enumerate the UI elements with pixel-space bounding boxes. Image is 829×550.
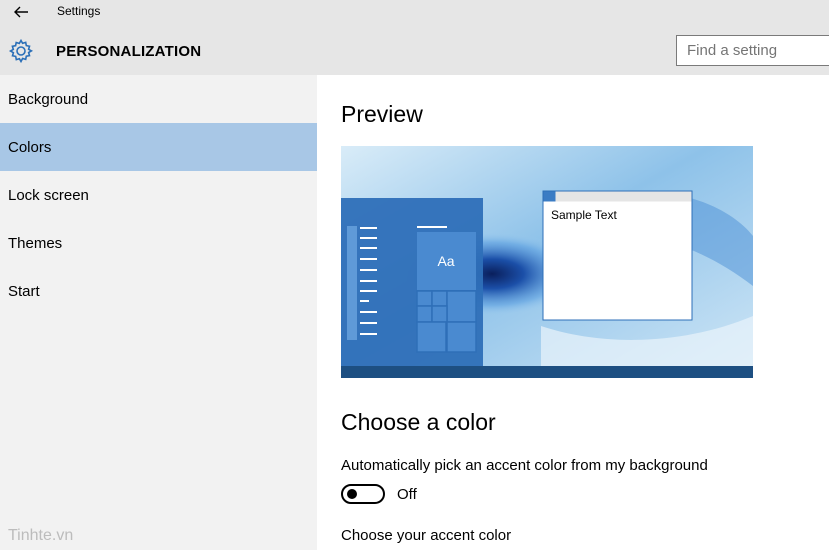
auto-accent-label: Automatically pick an accent color from … [341,457,708,474]
toggle-state-label: Off [397,486,417,503]
sample-text: Sample Text [551,208,617,222]
choose-color-heading: Choose a color [341,409,496,435]
sidebar-item-colors[interactable]: Colors [0,123,317,171]
accent-color-label: Choose your accent color [341,527,512,544]
section-title: PERSONALIZATION [56,43,202,60]
sidebar-item-lock-screen[interactable]: Lock screen [0,171,317,219]
preview-heading: Preview [341,101,423,127]
sidebar-item-start[interactable]: Start [0,267,317,315]
title-bar: Settings [0,0,829,24]
search-input[interactable] [676,35,829,66]
sidebar-item-themes[interactable]: Themes [0,219,317,267]
tile-text: Aa [437,253,454,269]
page-header: PERSONALIZATION [0,24,829,75]
auto-accent-toggle[interactable] [341,484,385,504]
watermark: Tinhte.vn [8,527,74,544]
main-content: Preview Aa Sample Text Choose a color Au… [317,75,829,550]
sidebar: Background Colors Lock screen Themes Sta… [0,75,317,550]
toggle-knob [347,489,357,499]
back-arrow-icon[interactable] [12,3,30,21]
window-title: Settings [57,4,101,18]
gear-icon [8,38,34,64]
sidebar-item-background[interactable]: Background [0,75,317,123]
preview-image: Aa Sample Text [341,146,753,378]
